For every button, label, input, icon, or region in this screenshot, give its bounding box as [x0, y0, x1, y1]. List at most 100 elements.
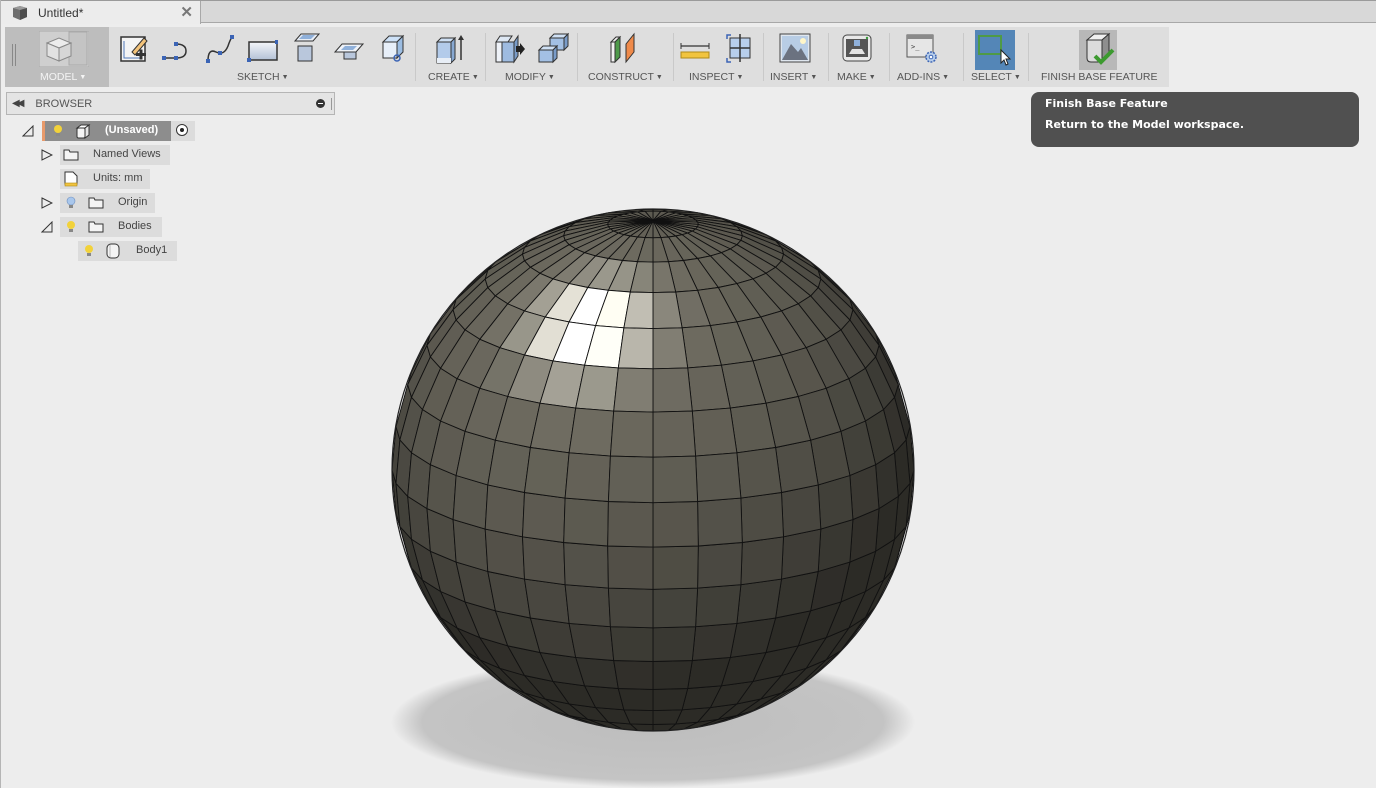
rectangle-tool-icon[interactable]: [246, 32, 278, 64]
sphere-facet: [563, 542, 609, 589]
close-tab-icon[interactable]: ✕: [180, 3, 193, 21]
sphere-facet: [652, 410, 697, 458]
sphere-body[interactable]: [391, 208, 915, 732]
sphere-facet: [736, 578, 782, 624]
expanded-triangle-icon[interactable]: [41, 221, 53, 233]
document-tab[interactable]: Untitled* ✕: [1, 1, 201, 24]
sphere-facet: [617, 327, 654, 370]
workspace-switcher-model[interactable]: MODEL ▼: [5, 27, 109, 87]
sketch-menu[interactable]: SKETCH ▼: [237, 71, 289, 83]
create-menu[interactable]: CREATE ▼: [428, 71, 479, 83]
measure-ruler-icon[interactable]: [679, 32, 711, 64]
sphere-facet: [652, 545, 699, 590]
fusion-app-window: Untitled* ✕ MODEL ▼ SKETCH ▼ CREATE ▼ MO…: [0, 0, 1376, 788]
sphere-facet: [617, 688, 654, 712]
construct-menu[interactable]: CONSTRUCT ▼: [588, 71, 663, 83]
box-center-point-icon[interactable]: [375, 32, 407, 64]
sphere-facet: [652, 688, 689, 712]
toolbar-separator: [1028, 33, 1029, 81]
sphere-facet: [781, 528, 822, 580]
sphere-facet: [563, 497, 609, 547]
tree-label: Named Views: [93, 148, 161, 160]
sphere-facet: [652, 501, 699, 548]
visibility-bulb-off-icon[interactable]: [66, 196, 76, 210]
browser-title: BROWSER: [35, 97, 93, 110]
tree-node-origin[interactable]: Origin: [60, 193, 155, 213]
toolbar-separator: [963, 33, 964, 81]
extrude-icon[interactable]: [433, 32, 465, 64]
collapsed-triangle-icon[interactable]: [41, 197, 53, 209]
tree-node-named-views[interactable]: Named Views: [60, 145, 170, 165]
tree-label: (Unsaved): [105, 124, 159, 136]
tree-label: Units: mm: [93, 172, 143, 184]
main-toolbar: MODEL ▼ SKETCH ▼ CREATE ▼ MODIFY ▼ CONST…: [5, 27, 1169, 87]
combine-icon[interactable]: [537, 32, 569, 64]
toolbar-separator: [828, 33, 829, 81]
tree-node-units[interactable]: Units: mm: [60, 169, 150, 189]
3d-print-icon[interactable]: [841, 32, 873, 64]
sphere-facet: [695, 452, 742, 502]
sphere-facet: [613, 660, 654, 690]
line-tool-icon[interactable]: [160, 32, 192, 64]
sphere-facet: [607, 501, 654, 548]
model-workspace-cube-icon: [39, 31, 89, 67]
section-analysis-icon[interactable]: [723, 32, 755, 64]
sphere-facet: [775, 439, 819, 493]
sphere-facet: [695, 584, 742, 628]
visibility-bulb-on-icon[interactable]: [66, 220, 76, 234]
insert-menu[interactable]: INSERT ▼: [770, 71, 817, 83]
svg-text:>_: >_: [911, 43, 920, 51]
tree-label: Body1: [136, 244, 168, 256]
sphere-facet: [564, 452, 611, 502]
sphere-facet: [484, 484, 525, 538]
scripts-addins-icon[interactable]: >_: [906, 32, 938, 64]
construct-plane-icon[interactable]: [608, 32, 640, 64]
browser-resize-handle[interactable]: [331, 98, 333, 110]
spline-tool-icon[interactable]: [204, 32, 236, 64]
browser-pin-icon[interactable]: [316, 99, 325, 108]
finish-base-feature-button[interactable]: [1079, 30, 1117, 70]
finish-base-feature-tooltip: Finish Base Feature Return to the Model …: [1031, 92, 1359, 147]
browser-panel-header: ◀◀ BROWSER: [6, 92, 335, 115]
inspect-menu[interactable]: INSPECT ▼: [689, 71, 743, 83]
addins-menu[interactable]: ADD-INS ▼: [897, 71, 949, 83]
collapsed-triangle-icon[interactable]: [41, 149, 53, 161]
toolbar-separator: [763, 33, 764, 81]
project-include-icon[interactable]: [289, 32, 321, 64]
folder-icon: [88, 197, 104, 209]
component-icon: [75, 124, 91, 139]
visibility-bulb-on-icon[interactable]: [53, 124, 63, 138]
insert-image-icon[interactable]: [779, 32, 811, 64]
press-pull-icon[interactable]: [494, 32, 526, 64]
create-sketch-icon[interactable]: [118, 32, 150, 64]
3d-viewport-canvas[interactable]: [341, 150, 981, 788]
toolbar-separator: [577, 33, 578, 81]
sphere-facet: [691, 407, 738, 457]
sphere-facet: [609, 626, 654, 662]
expanded-triangle-icon[interactable]: [22, 125, 34, 137]
sphere-facet: [487, 439, 531, 493]
select-menu[interactable]: SELECT ▼: [971, 71, 1021, 83]
make-menu[interactable]: MAKE ▼: [837, 71, 876, 83]
tree-node-unsaved[interactable]: (Unsaved): [42, 121, 171, 141]
tree-node-bodies[interactable]: Bodies: [60, 217, 162, 237]
toolbar-separator: [415, 33, 416, 81]
model-workspace-label[interactable]: MODEL ▼: [40, 71, 86, 83]
visibility-bulb-on-icon[interactable]: [84, 244, 94, 258]
collapse-browser-icon[interactable]: ◀◀: [12, 98, 25, 109]
modify-menu[interactable]: MODIFY ▼: [505, 71, 555, 83]
activate-component-radio[interactable]: [171, 121, 195, 141]
tree-node-body1[interactable]: Body1: [78, 241, 177, 261]
finish-base-feature-icon: [1085, 32, 1115, 65]
sphere-facet: [652, 455, 699, 504]
sphere-facet: [484, 528, 525, 580]
toolbar-grip-handle[interactable]: [12, 44, 16, 66]
sphere-facet: [740, 536, 784, 586]
sphere-facet: [736, 447, 782, 499]
window-select-button[interactable]: [975, 30, 1015, 70]
sphere-facet: [652, 367, 693, 413]
finish-base-feature-label[interactable]: FINISH BASE FEATURE: [1041, 71, 1158, 83]
offset-plane-icon[interactable]: [332, 32, 364, 64]
sphere-facet: [781, 484, 822, 538]
tooltip-title: Finish Base Feature: [1045, 97, 1168, 110]
